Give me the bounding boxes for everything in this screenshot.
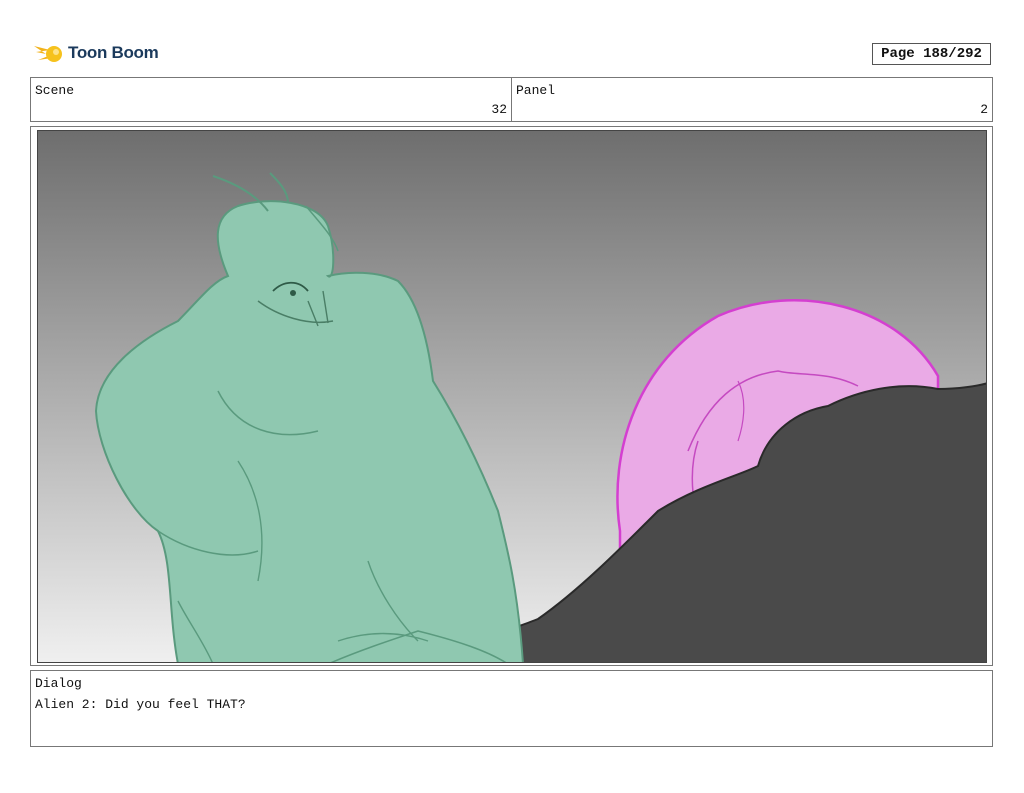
panel-number: 2 bbox=[980, 102, 988, 117]
scene-cell: Scene 32 bbox=[31, 78, 511, 121]
toon-boom-logo: Toon Boom bbox=[32, 36, 162, 70]
dialog-box: Dialog Alien 2: Did you feel THAT? bbox=[30, 670, 993, 747]
panel-label: Panel bbox=[516, 83, 556, 98]
logo-text: Toon Boom bbox=[68, 43, 159, 62]
dialog-text: Alien 2: Did you feel THAT? bbox=[35, 697, 246, 712]
page-number: Page 188/292 bbox=[872, 43, 991, 65]
dialog-label: Dialog bbox=[35, 676, 82, 691]
scene-label: Scene bbox=[35, 83, 75, 98]
comet-logo-icon bbox=[34, 46, 62, 62]
storyboard-drawing bbox=[37, 130, 987, 663]
scene-number: 32 bbox=[491, 102, 507, 117]
scene-panel-header: Scene 32 Panel 2 bbox=[30, 77, 993, 122]
panel-cell: Panel 2 bbox=[511, 78, 992, 121]
panel-frame bbox=[30, 126, 993, 666]
